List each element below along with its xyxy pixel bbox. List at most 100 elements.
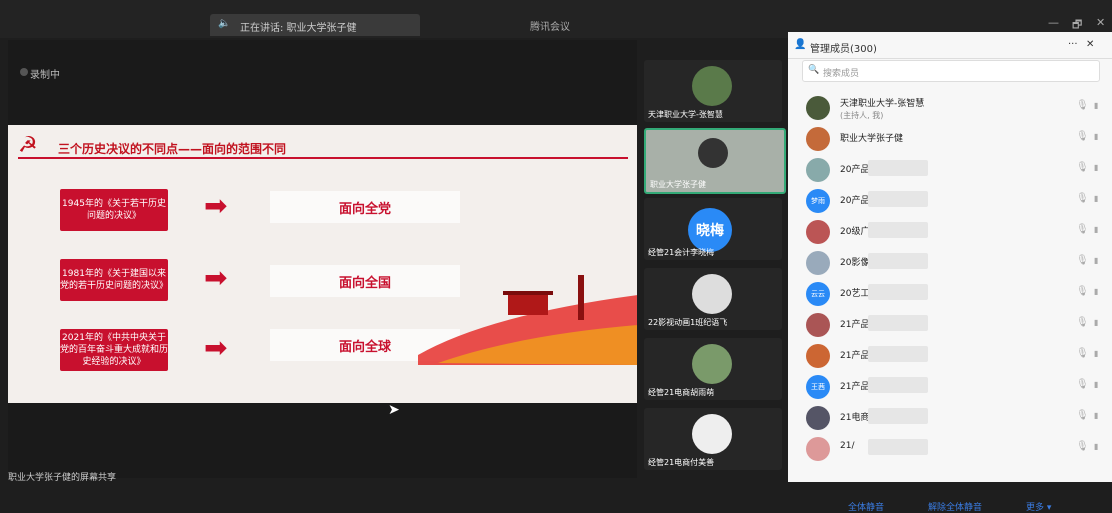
avatar: 梦雨	[806, 189, 830, 213]
avatar	[806, 313, 830, 337]
panel-close-button[interactable]: ✕	[1086, 39, 1094, 50]
footer-more-button[interactable]: 更多 ▾	[1026, 500, 1051, 513]
redacted-name	[868, 315, 928, 331]
member-row[interactable]: 21产品 🎙 ▮	[788, 340, 1112, 370]
member-row[interactable]: 职业大学张子健 🎙 ▮	[788, 123, 1112, 153]
video-tile[interactable]: 经管21电商付美善	[644, 408, 782, 470]
member-row[interactable]: 天津职业大学-张智慧 (主持人, 我) 🎙 ▮	[788, 92, 1112, 122]
avatar	[692, 344, 732, 384]
mic-icon[interactable]: 🎙	[1076, 348, 1089, 359]
mic-icon[interactable]: 🎙	[1076, 441, 1089, 452]
mic-icon[interactable]: 🎙	[1076, 379, 1089, 390]
recording-label: 录制中	[30, 70, 60, 81]
mute-all-button[interactable]: 全体静音	[848, 500, 884, 513]
member-row[interactable]: 21电商 🎙 ▮	[788, 402, 1112, 432]
more-button[interactable]: ···	[1068, 39, 1078, 50]
search-input[interactable]: 🔍 搜索成员	[802, 60, 1100, 82]
mic-icon[interactable]: 🎙	[1076, 193, 1089, 204]
camera-icon[interactable]: ▮	[1094, 225, 1098, 234]
camera-icon[interactable]: ▮	[1094, 411, 1098, 420]
avatar	[806, 158, 830, 182]
arrow-icon: ➡	[204, 261, 228, 294]
shared-slide: ☭ 三个历史决议的不同点——面向的范围不同 1945年的《关于若干历史问题的决议…	[8, 125, 637, 403]
member-name: 21产品	[840, 382, 870, 392]
redacted-name	[868, 191, 928, 207]
member-row[interactable]: 云云 20艺工 🎙 ▮	[788, 278, 1112, 308]
mic-icon[interactable]: 🎙	[1076, 317, 1089, 328]
avatar	[806, 220, 830, 244]
redacted-name	[868, 346, 928, 362]
member-row[interactable]: 20影像1 🎙 ▮	[788, 247, 1112, 277]
unmute-all-button[interactable]: 解除全体静音	[928, 500, 982, 513]
share-owner-label: 职业大学张子健的屏幕共享	[8, 473, 117, 483]
close-button[interactable]: ✕	[1096, 16, 1105, 29]
camera-icon[interactable]: ▮	[1094, 349, 1098, 358]
camera-icon[interactable]: ▮	[1094, 132, 1098, 141]
redacted-name	[868, 253, 928, 269]
avatar: 王茜	[806, 375, 830, 399]
avatar	[806, 127, 830, 151]
members-icon: 👤	[794, 39, 807, 50]
avatar	[806, 251, 830, 275]
member-row[interactable]: 梦雨 20产品二 🎙 ▮	[788, 185, 1112, 215]
record-icon	[20, 68, 28, 76]
app-title: 腾讯会议	[530, 22, 570, 33]
mic-icon[interactable]: 🎙	[1076, 410, 1089, 421]
scope-box: 面向全党	[270, 191, 460, 223]
mic-icon[interactable]: 🎙	[1076, 224, 1089, 235]
minimize-button[interactable]: —	[1048, 16, 1059, 29]
slide-title: 三个历史决议的不同点——面向的范围不同	[58, 142, 287, 156]
video-tile[interactable]: 天津职业大学-张智慧	[644, 60, 782, 122]
video-tile[interactable]: 22影视动画1班纪语飞	[644, 268, 782, 330]
mic-icon[interactable]: 🎙	[1076, 131, 1089, 142]
panel-header: 👤 管理成员(300) ··· ✕	[788, 32, 1112, 59]
member-name: 21/	[840, 441, 855, 451]
avatar	[692, 274, 732, 314]
camera-icon[interactable]: ▮	[1094, 318, 1098, 327]
video-tile[interactable]: 经管21电商胡雨萌	[644, 338, 782, 400]
camera-icon[interactable]: ▮	[1094, 287, 1098, 296]
member-name: 职业大学张子健	[840, 134, 904, 144]
member-row[interactable]: 20级广告1班 🎙 ▮	[788, 216, 1112, 246]
avatar: 晓梅	[688, 208, 732, 252]
video-tile-name: 职业大学张子健	[650, 180, 706, 189]
camera-icon[interactable]: ▮	[1094, 163, 1098, 172]
member-name: 20艺工	[840, 289, 870, 299]
resolution-box: 1945年的《关于若干历史问题的决议》	[60, 189, 168, 231]
camera-icon[interactable]: ▮	[1094, 442, 1098, 451]
avatar	[692, 414, 732, 454]
member-name: 21电商	[840, 413, 870, 423]
avatar	[692, 66, 732, 106]
avatar	[806, 406, 830, 430]
camera-feed	[698, 138, 728, 168]
member-row[interactable]: 20产品 🎙 ▮	[788, 154, 1112, 184]
mic-icon[interactable]: 🎙	[1076, 162, 1089, 173]
camera-icon[interactable]: ▮	[1094, 101, 1098, 110]
decorative-illustration	[418, 275, 637, 365]
video-tile-name: 天津职业大学-张智慧	[648, 110, 723, 119]
video-tile-name: 经管21会计李晓梅	[648, 248, 715, 257]
redacted-name	[868, 377, 928, 393]
member-panel: 👤 管理成员(300) ··· ✕ 🔍 搜索成员 天津职业大学-张智慧 (主持人,…	[788, 32, 1112, 513]
mic-icon[interactable]: 🎙	[1076, 100, 1089, 111]
member-row[interactable]: 王茜 21产品 🎙 ▮	[788, 371, 1112, 401]
camera-icon[interactable]: ▮	[1094, 380, 1098, 389]
camera-icon[interactable]: ▮	[1094, 194, 1098, 203]
camera-icon[interactable]: ▮	[1094, 256, 1098, 265]
member-name: 20产品	[840, 165, 870, 175]
search-icon: 🔍	[808, 65, 820, 75]
video-tile-active-speaker[interactable]: 职业大学张子健	[644, 128, 786, 194]
redacted-name	[868, 284, 928, 300]
video-tile[interactable]: 晓梅 经管21会计李晓梅	[644, 198, 782, 260]
mic-icon[interactable]: 🎙	[1076, 286, 1089, 297]
mic-icon[interactable]: 🎙	[1076, 255, 1089, 266]
member-role: (主持人, 我)	[840, 111, 884, 120]
search-placeholder: 搜索成员	[823, 69, 860, 79]
member-row[interactable]: 21产品 🎙 ▮	[788, 309, 1112, 339]
speaker-icon: 🔈	[218, 18, 231, 29]
member-row[interactable]: 21/ 🎙 ▮	[788, 433, 1112, 463]
avatar: 云云	[806, 282, 830, 306]
speaking-tab: 🔈 正在讲话: 职业大学张子健	[210, 14, 420, 36]
video-tile-name: 经管21电商胡雨萌	[648, 388, 715, 397]
member-name: 天津职业大学-张智慧	[840, 99, 925, 109]
